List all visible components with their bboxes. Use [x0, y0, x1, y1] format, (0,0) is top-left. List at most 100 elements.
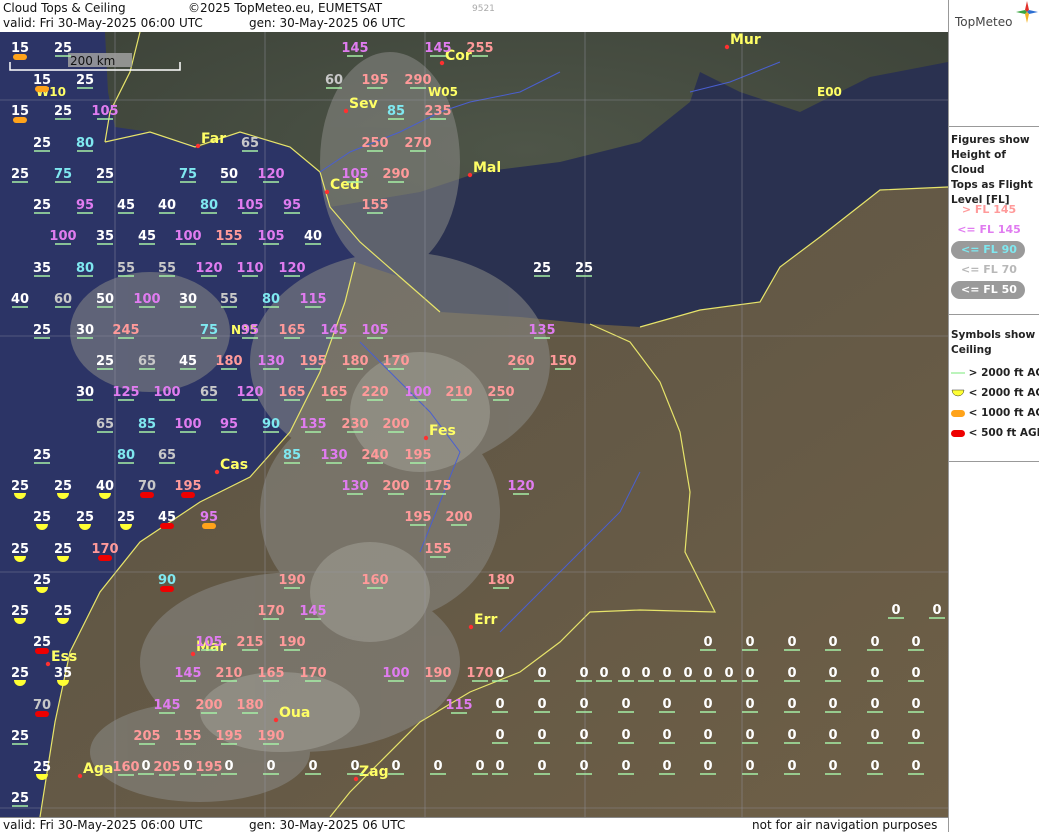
cloud-top-label: 65 [96, 417, 114, 433]
flight-level-value: 0 [870, 635, 879, 650]
flight-level-value: 145 [341, 41, 368, 56]
city-dot [77, 773, 83, 779]
flight-level-value: 0 [224, 759, 233, 774]
legend-title-2: Height of Cloud [951, 149, 1006, 176]
flight-level-value: 55 [220, 292, 238, 307]
cloud-top-label: 60 [325, 73, 343, 89]
flight-level-value: 65 [138, 354, 156, 369]
cloud-top-label: 95 [200, 510, 218, 529]
flight-level-value: 115 [445, 698, 472, 713]
cloud-top-label: 200 [382, 417, 410, 433]
flight-level-value: 45 [117, 198, 135, 213]
grid-label-e00: E00 [817, 85, 842, 99]
legend-panel: TopMeteo Figures show Height of Cloud To… [948, 0, 1039, 832]
cloud-top-label: 220 [361, 385, 389, 401]
scale-label: 200 km [70, 54, 115, 68]
cloud-top-label: 130 [341, 479, 369, 495]
cloud-top-label: 95 [241, 323, 259, 339]
cloud-top-label: 190 [278, 635, 306, 651]
flight-level-value: 95 [220, 417, 238, 432]
city-label: Oua [279, 705, 310, 721]
cloud-top-label: 190 [424, 666, 452, 682]
flight-level-value: 0 [703, 697, 712, 712]
cloud-top-label: 135 [299, 417, 327, 433]
flight-level-value: 25 [33, 448, 51, 463]
cloud-top-label: 100 [174, 417, 202, 433]
cloud-top-label: 80 [262, 292, 280, 308]
logo[interactable]: TopMeteo [949, 0, 1039, 34]
footer-valid: valid: Fri 30-May-2025 06:00 UTC [3, 818, 203, 832]
cloud-top-label: 25 [54, 104, 72, 120]
flight-level-value: 195 [404, 448, 431, 463]
flight-level-value: 155 [424, 542, 451, 557]
flight-level-value: 160 [361, 573, 388, 588]
flight-level-value: 170 [91, 542, 118, 557]
ceiling-pill [35, 648, 49, 654]
flight-level-value: 260 [507, 354, 534, 369]
cloud-top-label: 215 [236, 635, 264, 651]
flight-level-value: 85 [283, 448, 301, 463]
cloud-top-label: 65 [241, 136, 259, 152]
cloud-top-label: 205 [153, 760, 181, 776]
satellite-map[interactable]: W10 W05 E00 N35 200 km Mur Cor Sev Far Mal Ce… [0, 32, 948, 817]
flight-level-value: 80 [117, 448, 135, 463]
flight-level-value: 15 [33, 73, 51, 88]
legend-item: > FL 145 [961, 203, 1017, 216]
cloud-top-label: 170 [299, 666, 327, 682]
cloud-top-label: 25 [54, 41, 72, 57]
flight-level-value: 70 [33, 698, 51, 713]
flight-level-value: 0 [308, 759, 317, 774]
cloud-top-label: 105 [236, 198, 264, 214]
cloud-top-label: 85 [138, 417, 156, 433]
flight-level-value: 0 [745, 697, 754, 712]
flight-level-value: 0 [579, 728, 588, 743]
cloud-top-label: 145 [320, 323, 348, 339]
flight-level-value: 290 [404, 73, 431, 88]
flight-level-value: 80 [76, 136, 94, 151]
flight-level-value: 145 [424, 41, 451, 56]
legend-title-3: Tops as Flight [951, 179, 1033, 191]
flight-level-value: 25 [33, 136, 51, 151]
cloud-top-label: 210 [445, 385, 473, 401]
city-label: Mur [730, 32, 761, 48]
flight-level-value: 175 [424, 479, 451, 494]
cloud-top-label: 90 [262, 417, 280, 433]
flight-level-value: 195 [299, 354, 326, 369]
cloud-top-label: 180 [487, 573, 515, 589]
flight-level-value: 100 [153, 385, 180, 400]
flight-level-value: 0 [703, 728, 712, 743]
flight-level-value: 120 [278, 261, 305, 276]
cloud-top-label: 170 [466, 666, 494, 682]
cloud-top-label: 60 [54, 292, 72, 308]
flight-level-value: 205 [133, 729, 160, 744]
cloud-top-label: 145 [424, 41, 452, 57]
flight-level-value: 190 [278, 635, 305, 650]
flight-level-value: 25 [54, 604, 72, 619]
flight-level-value: 250 [487, 385, 514, 400]
flight-level-value: 90 [158, 573, 176, 588]
flight-level-value: 0 [537, 666, 546, 681]
flight-level-value: 45 [158, 510, 176, 525]
flight-level-value: 25 [533, 261, 551, 276]
flight-level-value: 25 [11, 167, 29, 182]
flight-level-value: 135 [299, 417, 326, 432]
flight-level-value: 180 [341, 354, 368, 369]
flight-level-value: 25 [96, 167, 114, 182]
cloud-top-label: 35 [96, 229, 114, 245]
flight-level-value: 120 [257, 167, 284, 182]
flight-level-value: 0 [828, 666, 837, 681]
footer-bar: valid: Fri 30-May-2025 06:00 UTC gen: 30… [0, 817, 948, 833]
flight-level-value: 0 [828, 635, 837, 650]
flight-level-value: 105 [361, 323, 388, 338]
ceiling-pill [98, 555, 112, 561]
cloud-top-label: 130 [257, 354, 285, 370]
flight-level-value: 75 [200, 323, 218, 338]
flight-level-value: 55 [117, 261, 135, 276]
cloud-top-label: 50 [220, 167, 238, 183]
flight-level-value: 30 [76, 385, 94, 400]
flight-level-value: 0 [703, 666, 712, 681]
flight-level-value: 100 [174, 417, 201, 432]
flight-level-value: 0 [870, 728, 879, 743]
flight-level-value: 170 [299, 666, 326, 681]
flight-level-value: 105 [195, 635, 222, 650]
